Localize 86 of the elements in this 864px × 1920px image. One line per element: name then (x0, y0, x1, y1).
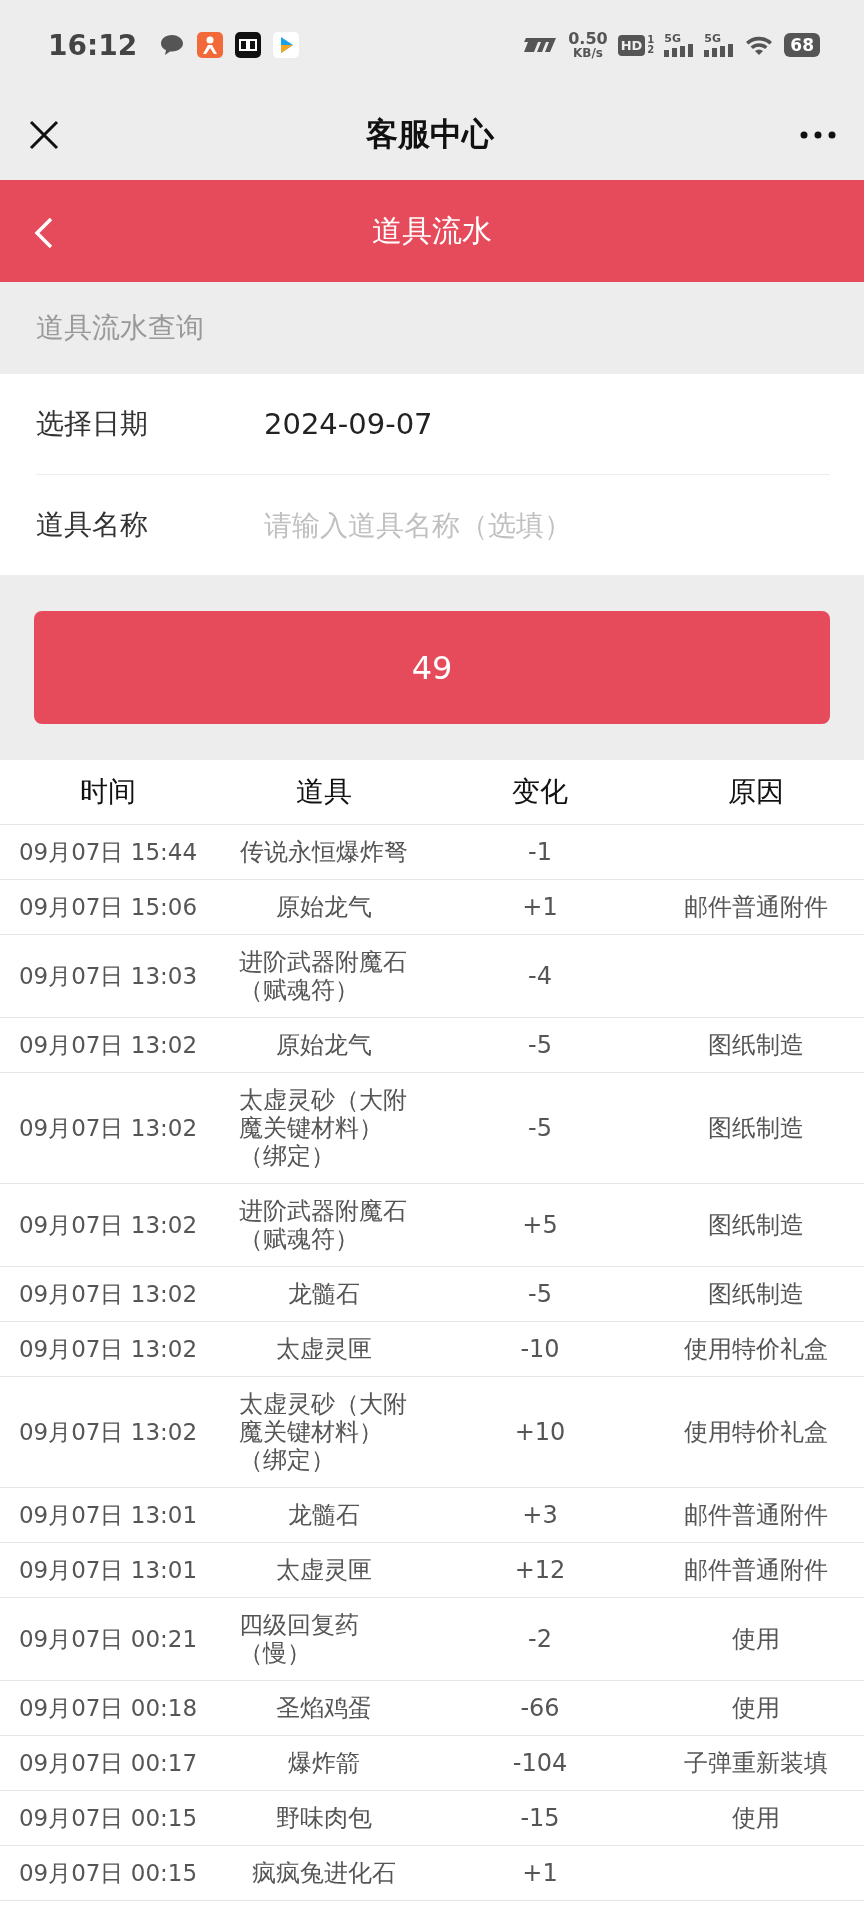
change-cell: -5 (528, 1031, 552, 1059)
column-header: 原因 (648, 760, 864, 825)
time-cell: 09月07日 13:02 (18, 1419, 198, 1445)
reason-cell: 使用特价礼盒 (684, 1418, 828, 1446)
field-label: 选择日期 (36, 406, 149, 442)
time-cell: 09月07日 13:02 (18, 1032, 198, 1058)
reason-cell: 使用 (732, 1804, 780, 1832)
signal-indicator: 5G (664, 33, 695, 57)
change-cell: -10 (520, 1335, 560, 1363)
query-button[interactable]: 49 (34, 611, 830, 724)
app-icon (235, 32, 262, 58)
time-cell: 09月07日 13:02 (18, 1212, 198, 1238)
change-cell: -104 (512, 1749, 568, 1777)
item-cell-text: 进阶武器附魔石（赋魂符） (238, 1197, 408, 1253)
item-cell: 传说永恒爆炸弩 (240, 838, 408, 866)
play-icon (273, 32, 300, 58)
battery-indicator: 68 (784, 33, 820, 57)
item-cell-text: 四级回复药（慢） (238, 1611, 360, 1667)
time-cell: 09月07日 00:17 (18, 1750, 198, 1776)
item-cell: 太虚灵匣 (276, 1335, 372, 1363)
time-cell: 09月07日 13:01 (18, 1557, 198, 1583)
time-cell: 09月07日 13:03 (18, 963, 198, 989)
page-title: 客服中心 (366, 114, 494, 155)
item-name-field[interactable]: 请输入道具名称（选填） (264, 508, 664, 542)
header-title: 道具流水 (372, 211, 492, 250)
change-cell: +3 (522, 1501, 558, 1529)
reason-cell: 图纸制造 (708, 1280, 804, 1308)
signal-indicator: 5G (704, 33, 735, 57)
time-cell: 09月07日 15:44 (18, 839, 198, 865)
chat-bubble-icon (159, 33, 186, 57)
section-title: 道具流水查询 (36, 310, 204, 346)
time-cell: 09月07日 00:21 (18, 1626, 198, 1652)
reason-cell: 图纸制造 (708, 1211, 804, 1239)
column-header: 道具 (216, 760, 432, 825)
app-icon (197, 32, 224, 58)
column-header: 变化 (432, 760, 648, 825)
reason-cell: 使用特价礼盒 (684, 1335, 828, 1363)
change-cell: -1 (528, 838, 552, 866)
time-cell: 09月07日 13:02 (18, 1336, 198, 1362)
change-cell: -15 (520, 1804, 560, 1832)
reason-cell: 图纸制造 (708, 1031, 804, 1059)
time-cell: 09月07日 13:01 (18, 1502, 198, 1528)
time-cell: 09月07日 13:02 (18, 1115, 198, 1141)
change-cell: +10 (514, 1418, 566, 1446)
reason-cell: 使用 (732, 1694, 780, 1722)
column-header: 时间 (0, 760, 216, 825)
wifi-icon (744, 34, 775, 56)
back-icon[interactable] (34, 217, 54, 249)
item-cell: 太虚灵匣 (276, 1556, 372, 1584)
change-cell: -5 (528, 1280, 552, 1308)
reason-cell: 子弹重新装填 (684, 1749, 828, 1777)
item-cell: 爆炸箭 (288, 1749, 360, 1777)
time-cell: 09月07日 13:02 (18, 1281, 198, 1307)
change-cell: +1 (522, 893, 558, 921)
item-cell: 原始龙气 (276, 893, 372, 921)
time-cell: 09月07日 15:06 (18, 894, 198, 920)
item-cell: 龙髓石 (288, 1280, 360, 1308)
status-time: 16:12 (48, 28, 138, 62)
more-icon[interactable] (800, 131, 836, 139)
reason-cell: 邮件普通附件 (684, 1501, 828, 1529)
reason-cell: 邮件普通附件 (684, 1556, 828, 1584)
item-cell: 原始龙气 (276, 1031, 372, 1059)
time-cell: 09月07日 00:15 (18, 1860, 198, 1886)
change-cell: +1 (522, 1859, 558, 1887)
network-speed: 0.50 KB/s (568, 31, 608, 59)
reason-cell: 图纸制造 (708, 1114, 804, 1142)
item-cell: 圣焰鸡蛋 (276, 1694, 372, 1722)
change-cell: +12 (514, 1556, 566, 1584)
item-cell: 疯疯兔进化石 (252, 1859, 396, 1887)
field-label: 道具名称 (36, 507, 149, 543)
reason-cell: 邮件普通附件 (684, 893, 828, 921)
change-cell: +5 (522, 1211, 558, 1239)
change-cell: -4 (528, 962, 552, 990)
time-cell: 09月07日 00:18 (18, 1695, 198, 1721)
reason-cell: 使用 (732, 1625, 780, 1653)
item-cell-text: 太虚灵砂（大附魔关键材料）（绑定） (238, 1086, 408, 1170)
date-value[interactable]: 2024-09-07 (264, 407, 433, 441)
item-cell: 野味肉包 (276, 1804, 372, 1832)
item-cell: 龙髓石 (288, 1501, 360, 1529)
change-cell: -66 (520, 1694, 560, 1722)
item-cell-text: 进阶武器附魔石（赋魂符） (238, 948, 408, 1004)
item-cell-text: 太虚灵砂（大附魔关键材料）（绑定） (238, 1390, 408, 1474)
change-cell: -2 (528, 1625, 552, 1653)
change-cell: -5 (528, 1114, 552, 1142)
time-cell: 09月07日 00:15 (18, 1805, 198, 1831)
close-icon[interactable] (28, 119, 60, 151)
